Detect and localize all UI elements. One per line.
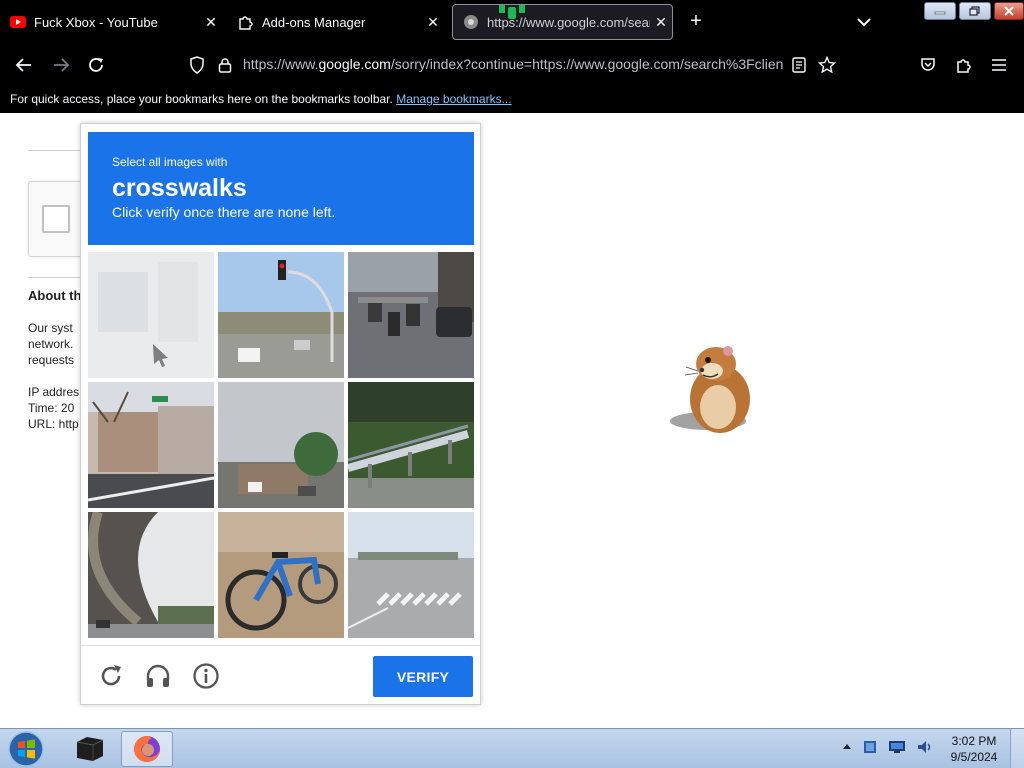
restore-button[interactable] — [959, 2, 991, 20]
reload-challenge-icon[interactable] — [97, 662, 125, 690]
list-all-tabs-button[interactable] — [852, 12, 876, 32]
hamburger-menu-icon — [992, 59, 1006, 71]
app-menu-button[interactable] — [988, 54, 1010, 76]
tab-title: Add-ons Manager — [262, 14, 366, 30]
extensions-button[interactable] — [953, 54, 975, 76]
reload-button[interactable] — [85, 54, 107, 76]
close-tab-icon[interactable]: ✕ — [422, 14, 444, 31]
minimize-icon — [934, 11, 946, 15]
shield-icon — [190, 56, 204, 74]
grid-tile[interactable] — [348, 512, 474, 638]
close-tab-icon[interactable]: ✕ — [200, 14, 222, 31]
verify-button[interactable]: VERIFY — [373, 656, 473, 697]
back-button[interactable] — [13, 54, 35, 76]
image-grid — [88, 252, 474, 638]
new-tab-button[interactable]: + — [684, 10, 708, 33]
pocket-button[interactable] — [917, 54, 939, 76]
tab-bar: Fuck Xbox - YouTube ✕ Add-ons Manager ✕ … — [0, 0, 1024, 44]
show-desktop-button[interactable] — [1010, 729, 1024, 768]
divider — [28, 277, 88, 278]
target-object: crosswalks — [112, 174, 247, 202]
audio-challenge-icon[interactable] — [144, 662, 172, 690]
challenge-instructions: Select all images with crosswalks Click … — [88, 132, 474, 245]
close-window-button[interactable] — [994, 2, 1024, 20]
grid-tile[interactable] — [218, 382, 344, 508]
grid-tile[interactable] — [88, 252, 214, 378]
url-line: URL: http — [28, 417, 79, 431]
system-clock[interactable]: 3:02 PM 9/5/2024 — [946, 733, 1002, 765]
url-domain: google.com — [318, 56, 391, 72]
globe-icon — [463, 14, 479, 30]
window-controls — [924, 2, 1024, 20]
recaptcha-checkbox[interactable] — [42, 205, 70, 233]
request-details: IP addres Time: 20 URL: http — [28, 384, 79, 432]
text-line: Our syst — [28, 321, 73, 335]
tab-youtube[interactable]: Fuck Xbox - YouTube ✕ — [0, 4, 222, 40]
grid-tile[interactable] — [218, 252, 344, 378]
grid-tile[interactable] — [88, 382, 214, 508]
action-center-flag-icon[interactable] — [862, 739, 878, 755]
grid-tile[interactable] — [88, 512, 214, 638]
firefox-icon — [134, 736, 160, 762]
tab-addons-manager[interactable]: Add-ons Manager ✕ — [228, 4, 444, 40]
about-heading: About th — [28, 288, 82, 303]
site-info-button[interactable] — [214, 54, 236, 76]
arrow-left-icon — [15, 58, 31, 72]
challenge-footer: VERIFY — [81, 645, 482, 706]
grid-tile[interactable] — [348, 382, 474, 508]
tab-google-active[interactable]: https://www.google.com/search ✕ — [452, 4, 673, 40]
clock-date: 9/5/2024 — [950, 750, 998, 764]
bookmarks-toolbar: For quick access, place your bookmarks h… — [0, 86, 1024, 113]
navigation-toolbar: https://www.google.com/sorry/index?conti… — [0, 44, 1024, 86]
bookmark-star-button[interactable] — [816, 54, 838, 76]
start-button[interactable] — [6, 730, 46, 768]
tab-attention-indicator — [499, 5, 525, 19]
terminal-icon — [76, 737, 104, 761]
time-line: Time: 20 — [28, 401, 75, 415]
taskbar-app-firefox[interactable] — [121, 731, 173, 767]
reader-view-icon — [792, 57, 806, 73]
text-line: network. — [28, 337, 74, 351]
recaptcha-challenge-dialog: Select all images with crosswalks Click … — [80, 123, 482, 706]
instruction-text: Select all images with — [112, 155, 228, 169]
hamster-image — [670, 346, 750, 433]
lock-icon — [218, 58, 232, 73]
url-path: /sorry/index?continue=https://www.google… — [390, 56, 783, 72]
url-bar[interactable]: https://www.google.com/sorry/index?conti… — [243, 56, 783, 72]
taskbar-app-terminal[interactable] — [64, 731, 116, 767]
puzzle-icon — [238, 14, 254, 30]
network-icon[interactable] — [888, 740, 906, 754]
system-tray — [842, 739, 934, 755]
text-line: requests — [28, 353, 75, 367]
windows-taskbar: 3:02 PM 9/5/2024 — [0, 728, 1024, 768]
grid-tile[interactable] — [348, 252, 474, 378]
manage-bookmarks-link[interactable]: Manage bookmarks... — [396, 92, 511, 106]
youtube-icon — [10, 14, 26, 30]
pocket-icon — [921, 58, 935, 71]
divider — [28, 150, 88, 151]
clock-time: 3:02 PM — [951, 734, 997, 748]
tracking-protection-button[interactable] — [186, 54, 208, 76]
reader-view-button[interactable] — [788, 54, 810, 76]
forward-button[interactable] — [50, 54, 72, 76]
grid-tile[interactable] — [218, 512, 344, 638]
ip-address-line: IP addres — [28, 385, 80, 399]
instruction-hint: Click verify once there are none left. — [112, 204, 336, 220]
bookmarks-hint: For quick access, place your bookmarks h… — [10, 92, 393, 106]
arrow-right-icon — [54, 58, 70, 72]
tab-title: Fuck Xbox - YouTube — [34, 14, 158, 30]
volume-icon[interactable] — [916, 739, 934, 755]
close-icon — [1004, 6, 1014, 16]
info-icon[interactable] — [192, 662, 220, 690]
reload-icon — [89, 58, 103, 72]
url-prefix: https://www. — [243, 56, 319, 72]
restore-icon — [969, 6, 980, 16]
minimize-button[interactable] — [924, 2, 956, 20]
puzzle-icon — [957, 59, 971, 73]
chevron-down-icon — [857, 18, 871, 27]
show-hidden-icons-icon[interactable] — [842, 742, 852, 752]
info-paragraph: Our syst network. requests — [28, 320, 74, 368]
close-tab-icon[interactable]: ✕ — [650, 14, 672, 31]
star-icon — [818, 56, 836, 74]
